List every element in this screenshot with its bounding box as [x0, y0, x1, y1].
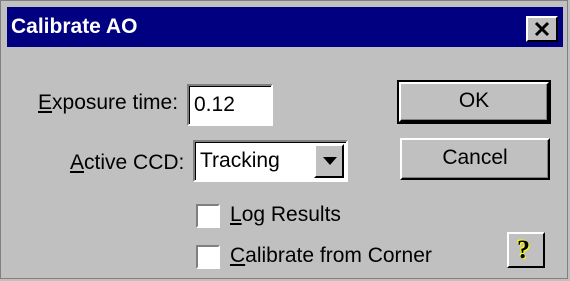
calibrate-from-corner-label[interactable]: Calibrate from Corner	[230, 243, 432, 269]
exposure-time-label: Exposure time:	[38, 90, 178, 116]
exposure-time-label-text: xposure time:	[52, 91, 179, 114]
ok-button-inner	[401, 84, 547, 120]
active-ccd-label: Active CCD:	[70, 150, 184, 176]
log-results-label[interactable]: Log Results	[230, 202, 341, 228]
cancel-button-inner	[402, 140, 548, 178]
active-ccd-accel: A	[70, 151, 85, 174]
active-ccd-dropdown-button[interactable]	[314, 144, 344, 178]
close-icon	[534, 21, 550, 37]
calibrate-from-corner-accel: C	[230, 244, 246, 267]
ok-button[interactable]: OK	[397, 80, 551, 124]
help-button[interactable]: ?	[507, 232, 545, 268]
log-results-accel: L	[230, 203, 242, 226]
title-bar: Calibrate AO	[7, 7, 563, 47]
close-button[interactable]	[526, 16, 558, 42]
chevron-down-icon	[323, 157, 337, 165]
exposure-time-accel: E	[38, 91, 53, 114]
log-results-label-text: og Results	[241, 203, 341, 226]
log-results-checkbox[interactable]	[196, 204, 220, 228]
window-title: Calibrate AO	[11, 15, 138, 38]
active-ccd-label-text: ctive CCD:	[84, 151, 185, 174]
calibrate-from-corner-label-text: alibrate from Corner	[245, 244, 432, 267]
exposure-time-value: 0.12	[194, 93, 235, 116]
active-ccd-select[interactable]: Tracking	[193, 140, 348, 182]
exposure-time-input[interactable]: 0.12	[187, 84, 273, 126]
active-ccd-selected: Tracking	[200, 149, 280, 172]
calibrate-from-corner-checkbox[interactable]	[196, 245, 220, 269]
help-icon: ?	[517, 235, 530, 264]
calibrate-ao-dialog: Calibrate AO Exposure time: 0.12 Active …	[0, 0, 568, 279]
cancel-button[interactable]: Cancel	[400, 138, 550, 180]
